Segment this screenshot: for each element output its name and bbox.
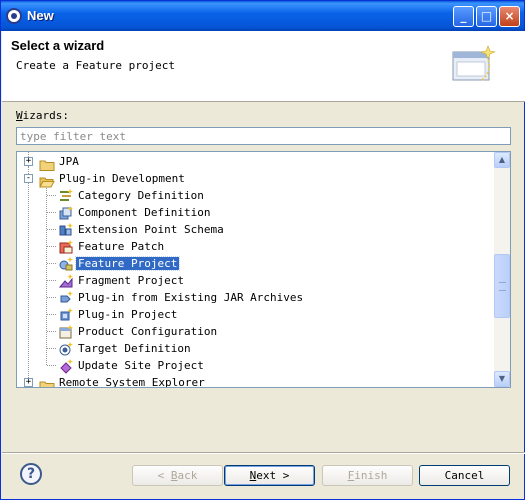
tree-item-label: JPA [59, 155, 79, 168]
tree-item-extension-point-schema[interactable]: Extension Point Schema [17, 221, 495, 238]
folder-icon [39, 156, 55, 171]
tree-item-component-definition[interactable]: Component Definition [17, 204, 495, 221]
tree-connector [47, 246, 56, 247]
tree-connector [47, 314, 56, 315]
tree-item-label: Plug-in from Existing JAR Archives [78, 291, 304, 304]
tree-connector [47, 297, 56, 298]
eclipse-app-icon [6, 8, 22, 24]
plugin-project-icon [58, 307, 74, 323]
wizard-tree[interactable]: + JPA - Plug-in Development Category Definit… [16, 151, 511, 388]
tree-item-label: Product Configuration [78, 325, 218, 338]
tree-item-feature-patch[interactable]: Feature Patch [17, 238, 495, 255]
close-button[interactable]: × [499, 6, 520, 27]
tree-connector [47, 280, 56, 281]
fragment-project-icon [58, 273, 74, 289]
tree-item-label: Feature Patch [78, 240, 165, 253]
tree-item-label: Plug-in Development [59, 172, 185, 185]
update-site-project-icon [58, 358, 74, 374]
extension-point-schema-icon [58, 222, 74, 238]
tree-item-feature-project[interactable]: Feature Project [17, 255, 495, 272]
window-title: New [27, 8, 54, 23]
minimize-button[interactable]: _ [453, 6, 474, 27]
tree-item-plug-in-project[interactable]: Plug-in Project [17, 306, 495, 323]
folder-open-icon [39, 173, 55, 188]
expand-icon[interactable]: + [24, 157, 33, 166]
cancel-button[interactable]: Cancel [419, 465, 510, 486]
tree-scrollbar[interactable]: ▲ ▼ [494, 152, 510, 387]
expand-icon[interactable]: + [24, 378, 33, 387]
tree-item-product-configuration[interactable]: Product Configuration [17, 323, 495, 340]
category-definition-icon [58, 188, 74, 204]
tree-item-remote-system-explorer[interactable]: + Remote System Explorer [17, 374, 495, 388]
page-title: Select a wizard [11, 38, 105, 53]
tree-item-label: Target Definition [78, 342, 191, 355]
wizard-banner-graphic [452, 45, 496, 81]
tree-item-label: Fragment Project [78, 274, 184, 287]
collapse-icon[interactable]: - [24, 174, 33, 183]
scroll-thumb[interactable] [494, 254, 510, 318]
maximize-button[interactable]: □ [476, 6, 497, 27]
tree-item-label: Update Site Project [78, 359, 204, 372]
tree-connector [47, 263, 56, 264]
folder-icon [39, 377, 55, 387]
new-wizard-dialog: New _ □ × Select a wizard Create a Featu… [0, 0, 525, 500]
feature-project-icon [58, 256, 74, 272]
tree-item-label: Remote System Explorer [59, 376, 205, 388]
tree-item-fragment-project[interactable]: Fragment Project [17, 272, 495, 289]
filter-input[interactable]: type filter text [16, 127, 511, 145]
scroll-down-icon[interactable]: ▼ [494, 371, 510, 387]
tree-item-plug-in-development[interactable]: - Plug-in Development [17, 170, 495, 188]
target-definition-icon [58, 341, 74, 357]
tree-connector [47, 348, 56, 349]
wizard-header: Select a wizard Create a Feature project [2, 31, 525, 102]
tree-connector [47, 212, 56, 213]
product-configuration-icon [58, 324, 74, 340]
tree-item-category-definition[interactable]: Category Definition [17, 187, 495, 204]
component-definition-icon [58, 205, 74, 221]
scroll-up-icon[interactable]: ▲ [494, 152, 510, 168]
next-button[interactable]: Next > [224, 465, 315, 486]
footer-separator [2, 452, 525, 454]
title-bar[interactable]: New _ □ × [1, 1, 524, 31]
feature-patch-icon [58, 239, 74, 255]
wizards-label: Wizards: [16, 109, 69, 122]
tree-item-jpa[interactable]: + JPA [17, 153, 495, 171]
tree-item-target-definition[interactable]: Target Definition [17, 340, 495, 357]
back-button: < Back [132, 465, 223, 486]
tree-connector [47, 229, 56, 230]
tree-connector [47, 365, 56, 366]
tree-item-plug-in-from-existing-jar-archives[interactable]: Plug-in from Existing JAR Archives [17, 289, 495, 306]
help-icon[interactable]: ? [20, 463, 42, 485]
tree-item-label: Feature Project [74, 256, 181, 271]
plugin-from-jar-icon [58, 290, 74, 306]
tree-connector [47, 331, 56, 332]
tree-item-label: Plug-in Project [78, 308, 178, 321]
tree-connector [47, 195, 56, 196]
tree-item-update-site-project[interactable]: Update Site Project [17, 357, 495, 374]
tree-item-label: Extension Point Schema [78, 223, 224, 236]
finish-button: Finish [322, 465, 413, 486]
page-description: Create a Feature project [16, 59, 175, 72]
tree-item-label: Component Definition [78, 206, 211, 219]
tree-item-label: Category Definition [78, 189, 204, 202]
